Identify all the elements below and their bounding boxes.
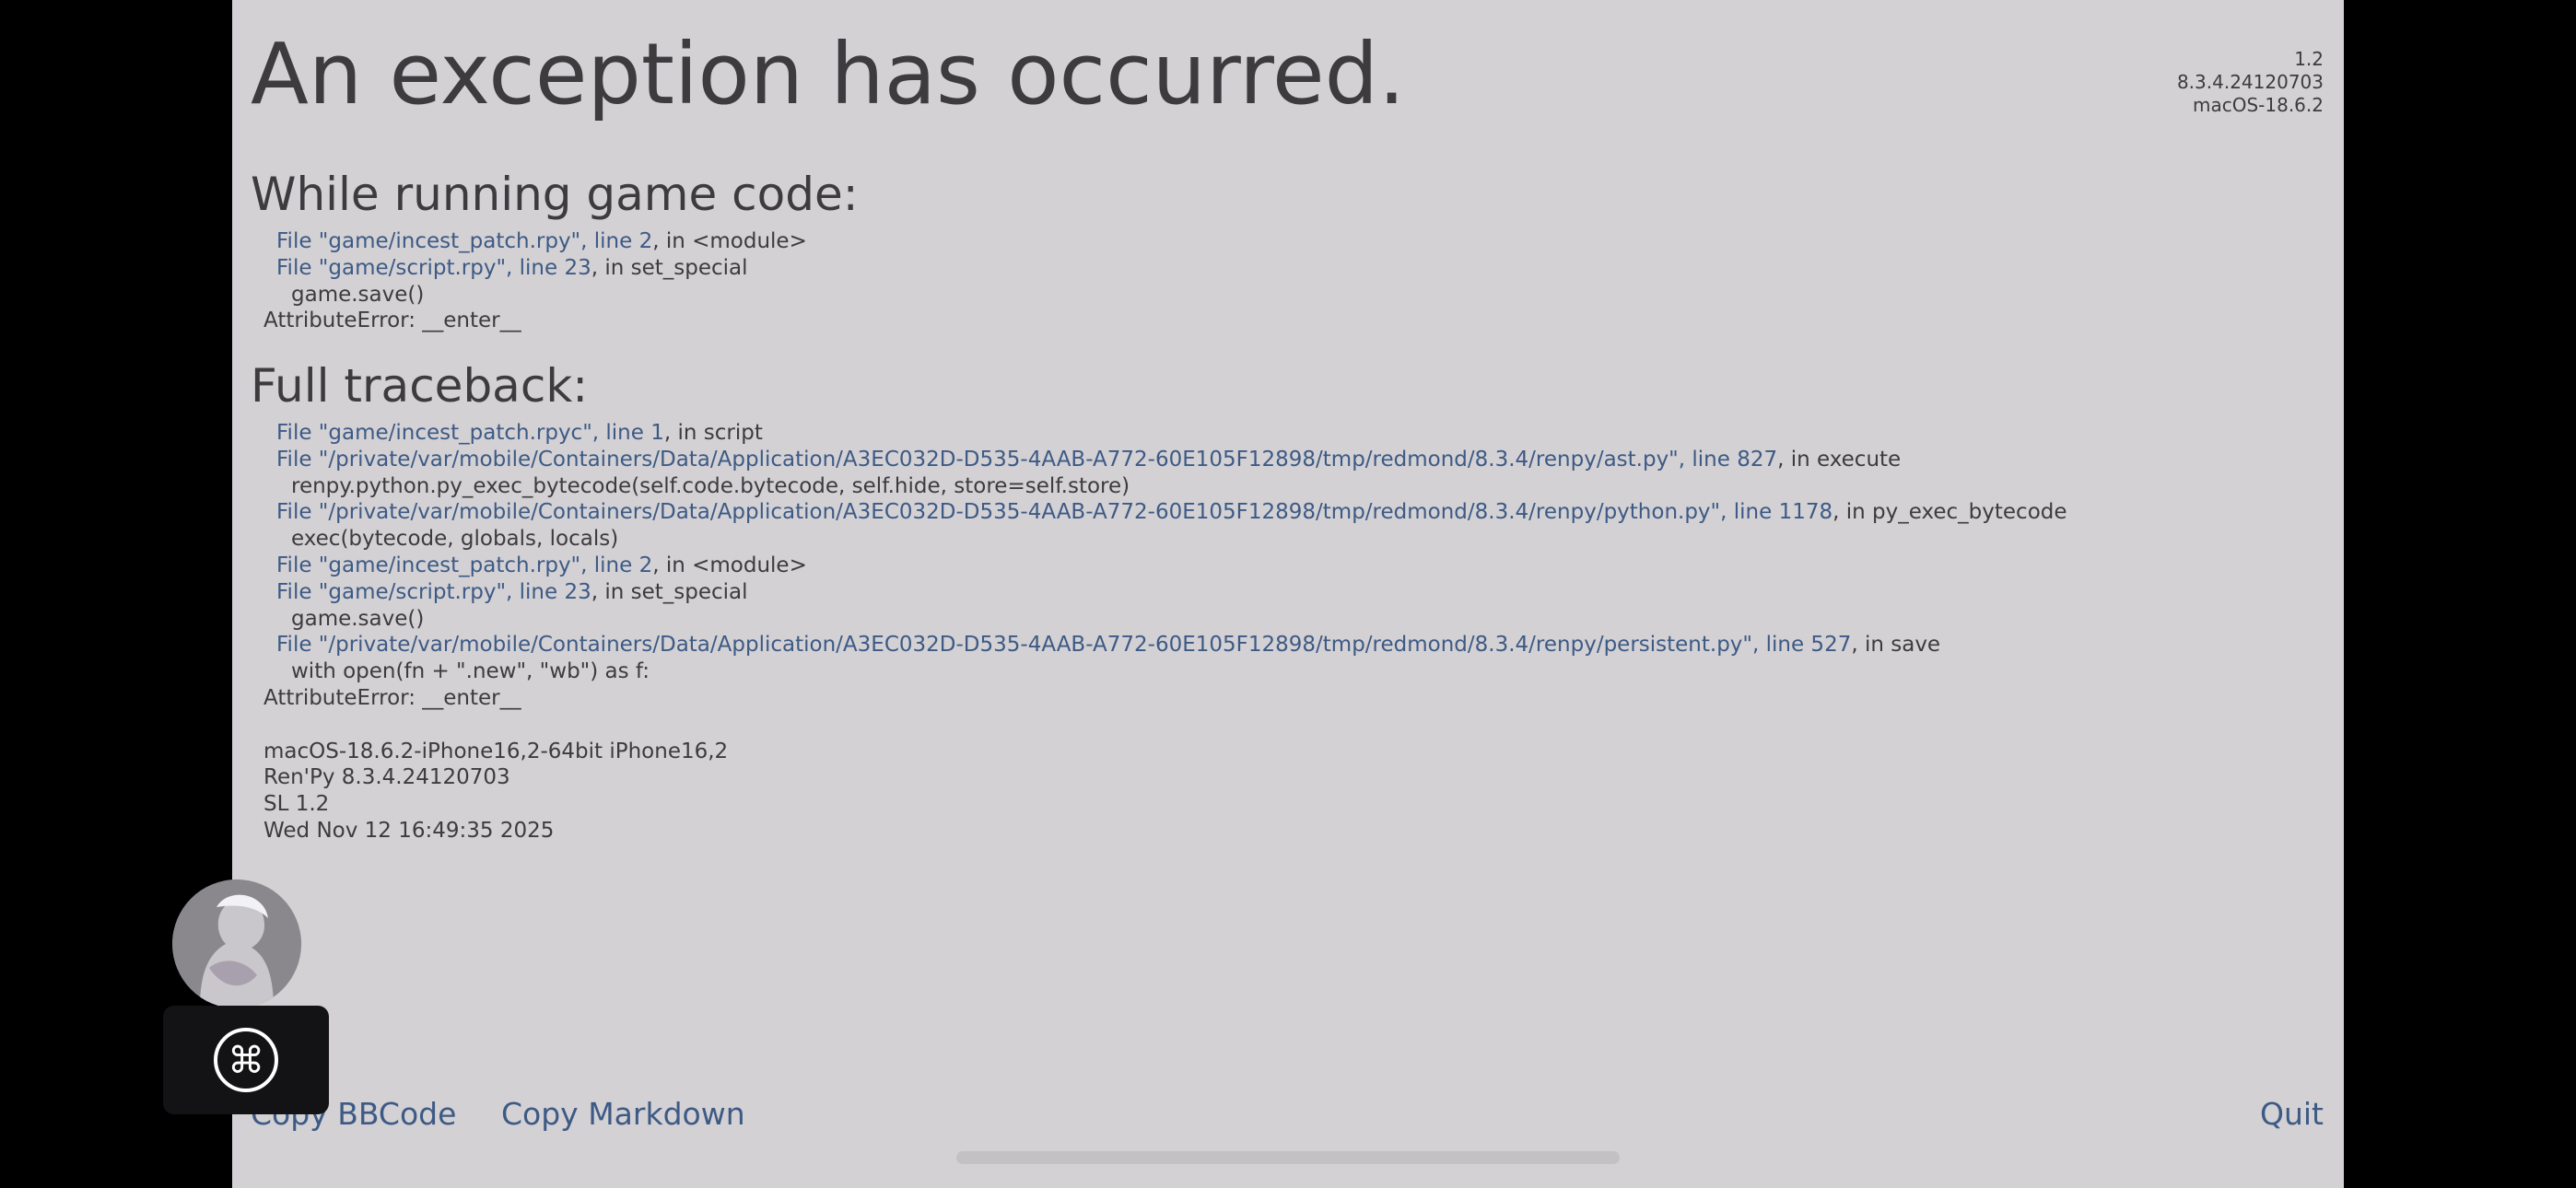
traceback-code-line: game.save() [291,282,425,307]
system-info-line: Ren'Py 8.3.4.24120703 [263,765,510,790]
traceback-code-line: with open(fn + ".new", "wb") as f: [291,659,650,684]
traceback-code-line: renpy.python.py_exec_bytecode(self.code.… [291,473,1130,498]
traceback-file-link[interactable]: File "game/script.rpy", line 23 [276,580,591,604]
version-line: 1.2 [2294,48,2324,70]
traceback-file-link[interactable]: File "game/script.rpy", line 23 [276,256,591,280]
short-traceback-heading: While running game code: [251,168,859,221]
traceback-file-line: File "game/incest_patch.rpyc", line 1, i… [263,420,2067,447]
svg-text:⌘: ⌘ [228,1040,264,1082]
system-info-line: SL 1.2 [263,792,330,817]
version-line: macOS-18.6.2 [2192,94,2324,116]
traceback-file-line: File "/private/var/mobile/Containers/Dat… [263,447,2067,473]
error-message: AttributeError: __enter__ [263,309,521,333]
full-traceback-heading: Full traceback: [251,359,589,413]
traceback-file-line: File "game/script.rpy", line 23, in set_… [263,579,2067,606]
traceback-file-line: File "game/script.rpy", line 23, in set_… [263,255,807,282]
command-button[interactable]: ⌘ [163,1006,329,1114]
traceback-location: , in execute [1777,447,1902,472]
traceback-location: , in set_special [591,579,748,604]
version-info: 1.2 8.3.4.24120703 macOS-18.6.2 [2177,48,2324,117]
error-message: AttributeError: __enter__ [263,685,521,710]
short-traceback: File "game/incest_patch.rpy", line 2, in… [263,228,807,334]
traceback-location: , in py_exec_bytecode [1832,500,2067,525]
traceback-file-line: File "game/incest_patch.rpy", line 2, in… [263,228,807,255]
traceback-file-line: File "/private/var/mobile/Containers/Dat… [263,499,2067,526]
traceback-location: , in set_special [591,255,748,280]
home-indicator [956,1151,1620,1164]
quit-button[interactable]: Quit [2260,1096,2324,1132]
traceback-file-link[interactable]: File "game/incest_patch.rpyc", line 1 [276,421,664,445]
character-avatar-icon[interactable] [172,879,301,1008]
traceback-file-link[interactable]: File "/private/var/mobile/Containers/Dat… [276,633,1851,657]
version-line: 8.3.4.24120703 [2176,71,2324,93]
traceback-file-line: File "game/incest_patch.rpy", line 2, in… [263,553,2067,579]
traceback-code-line: exec(bytecode, globals, locals) [291,527,619,552]
traceback-file-link[interactable]: File "/private/var/mobile/Containers/Dat… [276,500,1832,524]
system-info-line: macOS-18.6.2-iPhone16,2-64bit iPhone16,2 [263,739,729,763]
exception-screen: An exception has occurred. 1.2 8.3.4.241… [232,0,2344,1188]
page-title: An exception has occurred. [251,25,1406,123]
traceback-code-line: game.save() [291,606,425,631]
traceback-location: , in script [663,421,763,445]
traceback-file-line: File "/private/var/mobile/Containers/Dat… [263,632,2067,658]
copy-markdown-button[interactable]: Copy Markdown [501,1096,745,1132]
traceback-location: , in <module> [652,229,807,253]
traceback-location: , in <module> [652,553,807,577]
traceback-file-link[interactable]: File "/private/var/mobile/Containers/Dat… [276,448,1777,472]
command-key-icon: ⌘ [214,1028,278,1092]
traceback-file-link[interactable]: File "game/incest_patch.rpy", line 2 [276,553,652,577]
system-info-line: Wed Nov 12 16:49:35 2025 [263,818,555,843]
traceback-location: , in save [1851,633,1941,658]
traceback-file-link[interactable]: File "game/incest_patch.rpy", line 2 [276,229,652,253]
full-traceback: File "game/incest_patch.rpyc", line 1, i… [263,420,2067,844]
